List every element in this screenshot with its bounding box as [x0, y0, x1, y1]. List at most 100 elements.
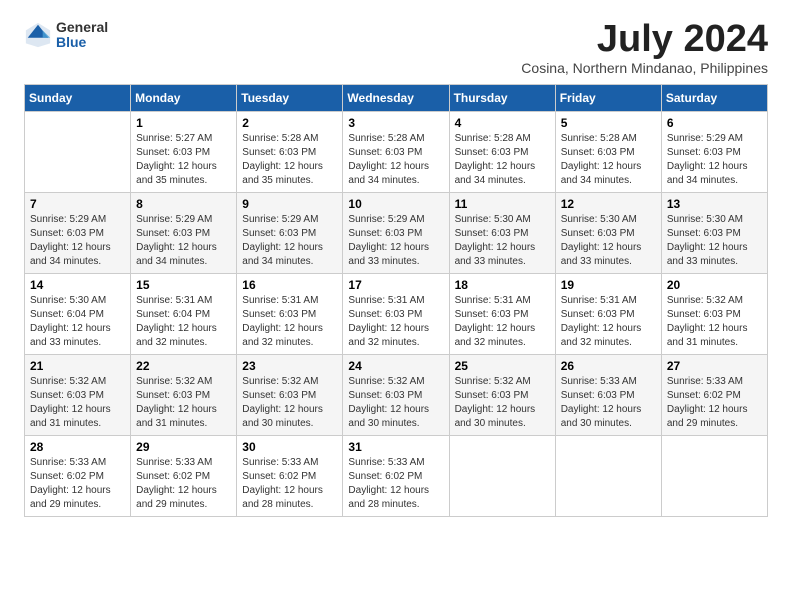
day-number: 4: [455, 116, 550, 130]
day-info: Sunrise: 5:33 AM Sunset: 6:02 PM Dayligh…: [30, 456, 125, 512]
calendar-header-row: SundayMondayTuesdayWednesdayThursdayFrid…: [25, 85, 768, 112]
day-info: Sunrise: 5:31 AM Sunset: 6:03 PM Dayligh…: [561, 294, 656, 350]
day-number: 5: [561, 116, 656, 130]
header-friday: Friday: [555, 85, 661, 112]
calendar-week-row: 1Sunrise: 5:27 AM Sunset: 6:03 PM Daylig…: [25, 112, 768, 193]
calendar-cell: [555, 436, 661, 517]
day-number: 17: [348, 278, 443, 292]
day-number: 10: [348, 197, 443, 211]
calendar-week-row: 21 Sunrise: 5:32 AM Sunset: 6:03 PM Dayli…: [25, 355, 768, 436]
logo-icon: [24, 21, 52, 49]
day-info: Sunrise: 5:28 AM Sunset: 6:03 PM Dayligh…: [561, 132, 656, 188]
day-number: 19: [561, 278, 656, 292]
calendar-cell: 23 Sunrise: 5:32 AM Sunset: 6:03 PM Dayli…: [237, 355, 343, 436]
day-info: Sunrise: 5:28 AM Sunset: 6:03 PM Dayligh…: [348, 132, 443, 188]
calendar-week-row: 28 Sunrise: 5:33 AM Sunset: 6:02 PM Dayli…: [25, 436, 768, 517]
calendar-cell: 31Sunrise: 5:33 AM Sunset: 6:02 PM Dayli…: [343, 436, 449, 517]
calendar-week-row: 7 Sunrise: 5:29 AM Sunset: 6:03 PM Daylig…: [25, 193, 768, 274]
calendar-cell: 20 Sunrise: 5:32 AM Sunset: 6:03 PM Dayli…: [661, 274, 767, 355]
day-number: 21: [30, 359, 125, 373]
day-info: Sunrise: 5:31 AM Sunset: 6:03 PM Dayligh…: [455, 294, 550, 350]
title-area: July 2024 Cosina, Northern Mindanao, Phi…: [521, 20, 768, 76]
day-info: Sunrise: 5:32 AM Sunset: 6:03 PM Dayligh…: [242, 375, 337, 431]
day-number: 6: [667, 116, 762, 130]
day-number: 23: [242, 359, 337, 373]
calendar-cell: 8 Sunrise: 5:29 AM Sunset: 6:03 PM Daylig…: [131, 193, 237, 274]
calendar-cell: 30Sunrise: 5:33 AM Sunset: 6:02 PM Dayli…: [237, 436, 343, 517]
day-info: Sunrise: 5:28 AM Sunset: 6:03 PM Dayligh…: [242, 132, 337, 188]
calendar-cell: 1Sunrise: 5:27 AM Sunset: 6:03 PM Daylig…: [131, 112, 237, 193]
day-info: Sunrise: 5:29 AM Sunset: 6:03 PM Dayligh…: [348, 213, 443, 269]
calendar-week-row: 14 Sunrise: 5:30 AM Sunset: 6:04 PM Dayli…: [25, 274, 768, 355]
header-wednesday: Wednesday: [343, 85, 449, 112]
day-info: Sunrise: 5:32 AM Sunset: 6:03 PM Dayligh…: [136, 375, 231, 431]
logo-blue-text: Blue: [56, 35, 108, 50]
calendar-cell: 16 Sunrise: 5:31 AM Sunset: 6:03 PM Dayli…: [237, 274, 343, 355]
day-info: Sunrise: 5:32 AM Sunset: 6:03 PM Dayligh…: [30, 375, 125, 431]
day-number: 20: [667, 278, 762, 292]
day-number: 28: [30, 440, 125, 454]
calendar-cell: [449, 436, 555, 517]
calendar-cell: 14 Sunrise: 5:30 AM Sunset: 6:04 PM Dayli…: [25, 274, 131, 355]
calendar-cell: 24 Sunrise: 5:32 AM Sunset: 6:03 PM Dayli…: [343, 355, 449, 436]
calendar-table: SundayMondayTuesdayWednesdayThursdayFrid…: [24, 84, 768, 517]
calendar-cell: 3 Sunrise: 5:28 AM Sunset: 6:03 PM Daylig…: [343, 112, 449, 193]
header: General Blue July 2024 Cosina, Northern …: [24, 20, 768, 76]
day-number: 7: [30, 197, 125, 211]
location-subtitle: Cosina, Northern Mindanao, Philippines: [521, 60, 768, 76]
calendar-cell: 11Sunrise: 5:30 AM Sunset: 6:03 PM Dayli…: [449, 193, 555, 274]
day-number: 18: [455, 278, 550, 292]
day-info: Sunrise: 5:30 AM Sunset: 6:04 PM Dayligh…: [30, 294, 125, 350]
day-number: 14: [30, 278, 125, 292]
day-info: Sunrise: 5:29 AM Sunset: 6:03 PM Dayligh…: [30, 213, 125, 269]
logo: General Blue: [24, 20, 108, 51]
day-info: Sunrise: 5:33 AM Sunset: 6:02 PM Dayligh…: [348, 456, 443, 512]
day-number: 24: [348, 359, 443, 373]
calendar-cell: 22 Sunrise: 5:32 AM Sunset: 6:03 PM Dayli…: [131, 355, 237, 436]
header-sunday: Sunday: [25, 85, 131, 112]
day-number: 1: [136, 116, 231, 130]
day-number: 3: [348, 116, 443, 130]
day-info: Sunrise: 5:32 AM Sunset: 6:03 PM Dayligh…: [348, 375, 443, 431]
day-info: Sunrise: 5:31 AM Sunset: 6:03 PM Dayligh…: [242, 294, 337, 350]
calendar-cell: 27Sunrise: 5:33 AM Sunset: 6:02 PM Dayli…: [661, 355, 767, 436]
calendar-cell: 15Sunrise: 5:31 AM Sunset: 6:04 PM Dayli…: [131, 274, 237, 355]
calendar-cell: 18 Sunrise: 5:31 AM Sunset: 6:03 PM Dayli…: [449, 274, 555, 355]
day-number: 27: [667, 359, 762, 373]
day-info: Sunrise: 5:29 AM Sunset: 6:03 PM Dayligh…: [667, 132, 762, 188]
day-number: 12: [561, 197, 656, 211]
calendar-cell: 21 Sunrise: 5:32 AM Sunset: 6:03 PM Dayli…: [25, 355, 131, 436]
calendar-cell: 26 Sunrise: 5:33 AM Sunset: 6:03 PM Dayli…: [555, 355, 661, 436]
day-number: 22: [136, 359, 231, 373]
month-title: July 2024: [521, 20, 768, 58]
day-number: 15: [136, 278, 231, 292]
day-info: Sunrise: 5:28 AM Sunset: 6:03 PM Dayligh…: [455, 132, 550, 188]
calendar-cell: 4 Sunrise: 5:28 AM Sunset: 6:03 PM Daylig…: [449, 112, 555, 193]
calendar-cell: 19 Sunrise: 5:31 AM Sunset: 6:03 PM Dayli…: [555, 274, 661, 355]
calendar-cell: [25, 112, 131, 193]
calendar-cell: 12 Sunrise: 5:30 AM Sunset: 6:03 PM Dayli…: [555, 193, 661, 274]
calendar-cell: 13Sunrise: 5:30 AM Sunset: 6:03 PM Dayli…: [661, 193, 767, 274]
day-info: Sunrise: 5:30 AM Sunset: 6:03 PM Dayligh…: [455, 213, 550, 269]
day-info: Sunrise: 5:32 AM Sunset: 6:03 PM Dayligh…: [667, 294, 762, 350]
day-number: 16: [242, 278, 337, 292]
day-info: Sunrise: 5:33 AM Sunset: 6:03 PM Dayligh…: [561, 375, 656, 431]
header-monday: Monday: [131, 85, 237, 112]
header-tuesday: Tuesday: [237, 85, 343, 112]
calendar-cell: [661, 436, 767, 517]
day-info: Sunrise: 5:29 AM Sunset: 6:03 PM Dayligh…: [242, 213, 337, 269]
logo-general-text: General: [56, 20, 108, 35]
calendar-cell: 29 Sunrise: 5:33 AM Sunset: 6:02 PM Dayli…: [131, 436, 237, 517]
calendar-cell: 17Sunrise: 5:31 AM Sunset: 6:03 PM Dayli…: [343, 274, 449, 355]
day-number: 25: [455, 359, 550, 373]
day-info: Sunrise: 5:29 AM Sunset: 6:03 PM Dayligh…: [136, 213, 231, 269]
day-info: Sunrise: 5:33 AM Sunset: 6:02 PM Dayligh…: [136, 456, 231, 512]
calendar-cell: 7 Sunrise: 5:29 AM Sunset: 6:03 PM Daylig…: [25, 193, 131, 274]
day-number: 29: [136, 440, 231, 454]
day-number: 26: [561, 359, 656, 373]
day-info: Sunrise: 5:30 AM Sunset: 6:03 PM Dayligh…: [561, 213, 656, 269]
calendar-cell: 2Sunrise: 5:28 AM Sunset: 6:03 PM Daylig…: [237, 112, 343, 193]
day-number: 9: [242, 197, 337, 211]
day-number: 8: [136, 197, 231, 211]
calendar-cell: 28 Sunrise: 5:33 AM Sunset: 6:02 PM Dayli…: [25, 436, 131, 517]
